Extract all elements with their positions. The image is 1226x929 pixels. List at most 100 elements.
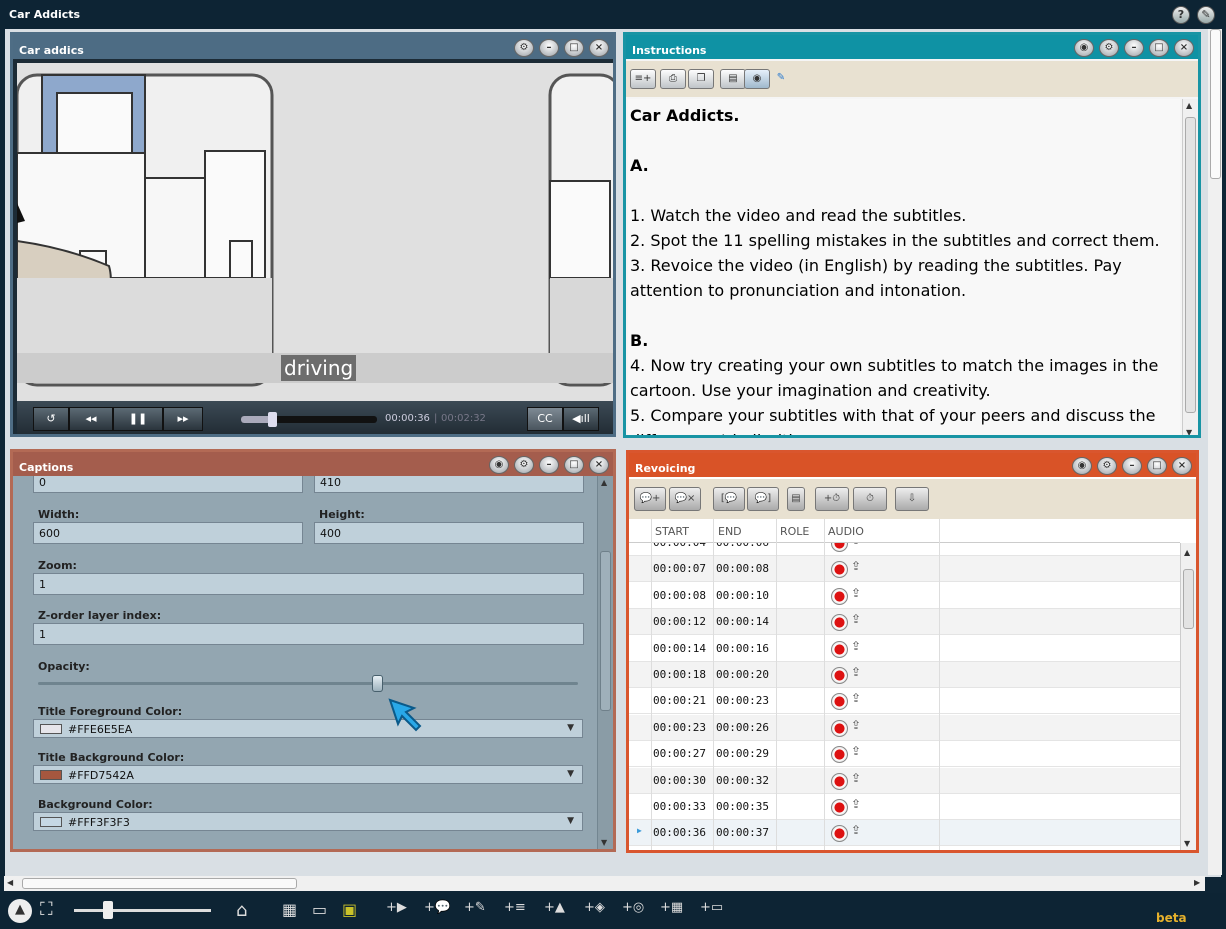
seek-bar-handle[interactable] — [268, 412, 278, 427]
start-cell[interactable]: 00:00:33 — [653, 800, 706, 813]
chevron-down-icon[interactable]: ▼ — [567, 723, 574, 733]
add-text-icon[interactable]: ≡+ — [630, 69, 656, 89]
page-icon[interactable]: ▤ — [720, 69, 746, 89]
camera-icon[interactable]: ◉ — [1072, 457, 1092, 475]
save-icon[interactable]: ▣ — [342, 900, 357, 920]
fast-forward-icon[interactable]: ▸▸ — [163, 407, 203, 431]
tools-icon[interactable]: ✎ — [1197, 6, 1215, 24]
start-cell[interactable]: 00:00:12 — [653, 615, 706, 628]
scroll-thumb[interactable] — [600, 551, 611, 711]
scroll-up-icon[interactable]: ▲ — [1186, 101, 1192, 110]
scroll-thumb[interactable] — [1183, 569, 1194, 629]
scroll-up-icon[interactable]: ▲ — [601, 478, 607, 487]
upload-audio-icon[interactable]: ⇪ — [851, 559, 873, 577]
end-column-header[interactable]: END — [718, 525, 742, 538]
open-media-icon[interactable]: ▦ — [282, 900, 297, 920]
table-row[interactable]: 00:00:23 00:00:26 ⇪ — [629, 714, 1180, 741]
start-cell[interactable]: 00:00:07 — [653, 562, 706, 575]
end-cell[interactable]: 00:00:32 — [716, 774, 769, 787]
record-icon[interactable] — [831, 799, 848, 816]
background-color-select[interactable]: #FFF3F3F3 ▼ — [33, 812, 583, 831]
position-y-field[interactable]: 410 — [314, 476, 584, 493]
position-x-field[interactable]: 0 — [33, 476, 303, 493]
start-cell[interactable]: 00:00:30 — [653, 774, 706, 787]
table-row[interactable]: 00:00:27 00:00:29 ⇪ — [629, 741, 1180, 768]
set-start-icon[interactable]: [💬 — [713, 487, 745, 511]
preview-eye-icon[interactable]: ◉ — [744, 69, 770, 89]
maximize-icon[interactable]: □ — [564, 39, 584, 57]
start-cell[interactable]: 00:00:14 — [653, 642, 706, 655]
scroll-down-icon[interactable]: ▼ — [601, 838, 607, 847]
zoom-slider[interactable] — [74, 909, 211, 912]
record-icon[interactable] — [831, 587, 848, 605]
record-icon[interactable] — [831, 693, 848, 711]
scroll-down-icon[interactable]: ▼ — [1184, 839, 1190, 848]
end-cell[interactable]: 00:00:37 — [716, 826, 769, 839]
start-column-header[interactable]: START — [655, 525, 689, 538]
set-end-icon[interactable]: 💬] — [747, 487, 779, 511]
minimize-icon[interactable]: – — [539, 456, 559, 474]
table-row[interactable]: 00:00:21 00:00:23 ⇪ — [629, 688, 1180, 715]
add-map-icon[interactable]: +◈ — [584, 900, 605, 920]
add-image-icon[interactable]: +▲ — [544, 900, 565, 920]
table-row[interactable]: ▶ 00:00:36 00:00:37 ⇪ — [629, 820, 1180, 847]
end-cell[interactable]: 00:00:14 — [716, 615, 769, 628]
minimize-icon[interactable]: – — [1122, 457, 1142, 475]
scroll-left-icon[interactable]: ◀ — [7, 878, 13, 887]
start-cell[interactable]: 00:00:08 — [653, 589, 706, 602]
minimize-icon[interactable]: – — [539, 39, 559, 57]
end-cell[interactable]: 00:00:06 — [716, 543, 769, 549]
chevron-down-icon[interactable]: ▼ — [567, 769, 574, 779]
opacity-slider[interactable] — [38, 682, 578, 685]
table-row[interactable]: 00:00:04 00:00:06 ⇪ — [629, 543, 1180, 556]
upload-audio-icon[interactable]: ⇪ — [851, 639, 873, 657]
instructions-scrollbar[interactable]: ▲ ▼ — [1182, 99, 1198, 435]
video-player[interactable]: driving — [17, 63, 613, 401]
record-icon[interactable] — [831, 667, 848, 684]
height-field[interactable]: 400 — [314, 522, 584, 544]
settings-icon[interactable]: ⚙ — [514, 456, 534, 474]
add-list-icon[interactable]: +≡ — [504, 900, 526, 920]
record-icon[interactable] — [831, 746, 848, 764]
zoom-fit-icon[interactable]: ⛶ — [40, 899, 53, 920]
closed-captions-icon[interactable]: CC — [527, 407, 563, 431]
home-icon[interactable]: ⌂ — [236, 900, 247, 921]
add-rss-icon[interactable]: +◎ — [622, 900, 644, 920]
add-timed-subtitle-icon[interactable]: +⏱ — [815, 487, 849, 511]
opacity-slider-handle[interactable] — [372, 675, 384, 692]
document-icon[interactable]: ▤ — [787, 487, 805, 511]
record-icon[interactable] — [831, 561, 848, 579]
start-cell[interactable]: 00:00:36 — [653, 826, 706, 839]
workspace-horizontal-scrollbar[interactable]: ◀ ▶ — [4, 876, 1205, 891]
shift-time-icon[interactable]: ⏱ — [853, 487, 887, 511]
title-foreground-select[interactable]: #FFE6E5EA ▼ — [33, 719, 583, 738]
copy-icon[interactable]: ❐ — [688, 69, 714, 89]
end-cell[interactable]: 00:00:16 — [716, 642, 769, 655]
add-grid-icon[interactable]: +▦ — [660, 900, 683, 920]
edit-pencil-icon[interactable]: ✎ — [772, 69, 790, 89]
settings-icon[interactable]: ⚙ — [514, 39, 534, 57]
workspace-vertical-scrollbar[interactable] — [1208, 29, 1222, 875]
table-row[interactable]: 00:00:30 00:00:32 ⇪ — [629, 767, 1180, 794]
table-row[interactable]: 00:00:07 00:00:08 ⇪ — [629, 556, 1180, 583]
zoom-slider-handle[interactable] — [103, 901, 114, 919]
help-icon[interactable]: ? — [1172, 6, 1190, 24]
end-cell[interactable]: 00:00:29 — [716, 747, 769, 760]
close-icon[interactable]: × — [1172, 457, 1192, 475]
volume-icon[interactable]: ◀ıll — [563, 407, 599, 431]
scroll-thumb[interactable] — [1210, 29, 1221, 179]
record-icon[interactable] — [831, 772, 848, 790]
start-cell[interactable]: 00:00:23 — [653, 721, 706, 734]
end-cell[interactable]: 00:00:10 — [716, 589, 769, 602]
settings-icon[interactable]: ⚙ — [1099, 39, 1119, 57]
table-row[interactable]: 00:00:14 00:00:16 ⇪ — [629, 636, 1180, 662]
record-icon[interactable] — [831, 825, 848, 843]
start-cell[interactable]: 00:00:21 — [653, 694, 706, 707]
settings-icon[interactable]: ⚙ — [1097, 457, 1117, 475]
zoom-field[interactable]: 1 — [33, 573, 584, 595]
end-cell[interactable]: 00:00:23 — [716, 694, 769, 707]
end-cell[interactable]: 00:00:08 — [716, 562, 769, 575]
upload-audio-icon[interactable]: ⇪ — [851, 771, 873, 789]
add-window-icon[interactable]: +▭ — [700, 900, 723, 920]
print-icon[interactable]: ⎙ — [660, 69, 686, 89]
